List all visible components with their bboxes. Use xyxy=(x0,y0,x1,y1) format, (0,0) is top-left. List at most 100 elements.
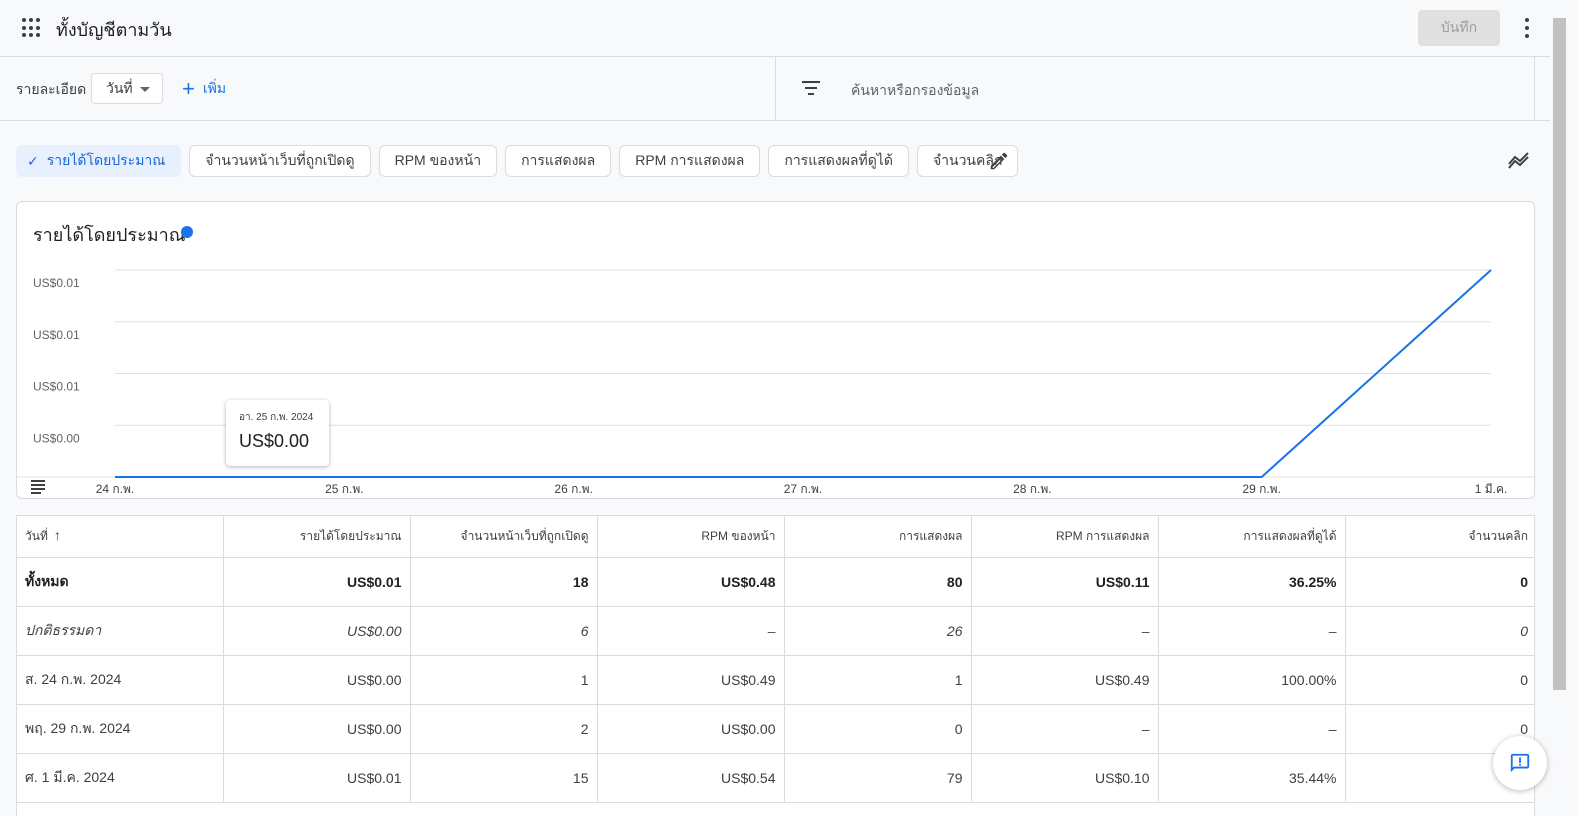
table-cell: 0 xyxy=(784,704,972,754)
metric-chip-label: การแสดงผล xyxy=(521,152,596,168)
chart-tooltip: อา. 25 ก.พ. 2024 US$0.00 xyxy=(226,400,329,466)
metric-chip-label: RPM ของหน้า xyxy=(394,152,482,168)
column-header-label: RPM การแสดงผล xyxy=(1055,528,1150,543)
metric-chip[interactable]: RPM ของหน้า xyxy=(378,145,498,177)
add-dimension-button[interactable]: + เพิ่ม xyxy=(182,75,226,103)
table-row[interactable]: ศ. 1 มี.ค. 2024 US$0.01 15 US$0.54 79 US$0.10… xyxy=(17,753,1534,803)
scrollbar-thumb[interactable] xyxy=(1553,18,1566,690)
top-bar: ทั้งบัญชีตามวัน บันทึก xyxy=(0,0,1550,57)
column-header-label: จำนวนหน้าเว็บที่ถูกเปิดดู xyxy=(460,528,589,543)
x-tick-label: 24 ก.พ. xyxy=(96,482,135,496)
save-button[interactable]: บันทึก xyxy=(1418,10,1500,46)
y-tick-label: US$0.01 xyxy=(33,276,80,290)
tooltip-value: US$0.00 xyxy=(239,431,310,451)
chart-legend-toggle-icon[interactable] xyxy=(31,480,47,494)
caret-down-icon xyxy=(140,87,150,92)
table-cell: 0 xyxy=(1345,557,1534,607)
table-row[interactable]: พฤ. 29 ก.พ. 2024 US$0.00 2 US$0.00 0– –0 xyxy=(17,704,1534,754)
metric-chip[interactable]: การแสดงผล xyxy=(505,145,612,177)
table-cell: – xyxy=(971,704,1159,754)
chart-card: รายได้โดยประมาณ US$0.01 US$0.01 US$0.01 US$… xyxy=(16,201,1535,499)
add-dimension-label: เพิ่ม xyxy=(202,80,227,96)
column-header[interactable]: รายได้โดยประมาณ xyxy=(223,516,411,558)
metric-chip[interactable]: RPM การแสดงผล xyxy=(619,145,761,177)
plus-icon: + xyxy=(182,76,195,101)
x-tick-label: 29 ก.พ. xyxy=(1242,482,1281,496)
search-filter-input[interactable]: ค้นหาหรือกรองข้อมูล xyxy=(851,80,979,102)
column-header-label: การแสดงผล xyxy=(898,528,963,543)
edit-pencil-icon[interactable] xyxy=(988,150,1010,172)
column-header-label: การแสดงผลที่ดูได้ xyxy=(1243,528,1337,543)
column-header[interactable]: RPM ของหน้า xyxy=(597,516,785,558)
x-tick-label: 28 ก.พ. xyxy=(1013,482,1052,496)
feedback-icon xyxy=(1510,753,1530,773)
metric-chip[interactable]: ✓ รายได้โดยประมาณ xyxy=(16,145,182,177)
table-cell: US$0.48 xyxy=(597,557,785,607)
dimension-select-value: วันที่ xyxy=(106,79,133,96)
table-cell: US$0.00 xyxy=(223,655,411,705)
column-header[interactable]: การแสดงผล xyxy=(784,516,972,558)
metric-chip[interactable]: การแสดงผลที่ดูได้ xyxy=(768,145,909,177)
more-options-icon[interactable] xyxy=(1520,18,1534,38)
column-header-label: รายได้โดยประมาณ xyxy=(299,528,402,543)
table-cell: ทั้งหมด xyxy=(17,557,224,607)
column-header[interactable]: RPM การแสดงผล xyxy=(971,516,1159,558)
table-cell: 2 xyxy=(410,704,598,754)
table-cell: US$0.01 xyxy=(223,753,411,803)
table-cell: 1 xyxy=(784,655,972,705)
feedback-button[interactable] xyxy=(1493,736,1547,790)
divider xyxy=(1534,57,1535,121)
apps-grid-icon[interactable] xyxy=(22,18,42,38)
table-cell: – xyxy=(1158,606,1346,656)
compare-trend-icon[interactable] xyxy=(1507,150,1531,170)
report-table: วันที่ ↑ รายได้โดยประมาณ จำนวนหน้าเว็บที่ถู… xyxy=(16,515,1535,816)
page-title: ทั้งบัญชีตามวัน xyxy=(56,20,172,40)
table-cell: US$0.54 xyxy=(597,753,785,803)
table-row[interactable]: ส. 24 ก.พ. 2024 US$0.00 1 US$0.49 1 US$0.49 10… xyxy=(17,655,1534,705)
table-cell: – xyxy=(1158,704,1346,754)
column-header[interactable]: วันที่ ↑ xyxy=(17,516,224,558)
table-cell: – xyxy=(597,606,785,656)
metric-chip-label: จำนวนหน้าเว็บที่ถูกเปิดดู xyxy=(205,152,355,168)
table-header-row: วันที่ ↑ รายได้โดยประมาณ จำนวนหน้าเว็บที่ถู… xyxy=(17,516,1534,558)
column-header[interactable]: จำนวนคลิก xyxy=(1345,516,1534,558)
y-tick-label: US$0.01 xyxy=(33,328,80,342)
table-cell: 79 xyxy=(784,753,972,803)
column-header[interactable]: การแสดงผลที่ดูได้ xyxy=(1158,516,1346,558)
metric-chips: ✓ รายได้โดยประมาณ จำนวนหน้าเว็บที่ถูกเปิดด… xyxy=(16,145,1019,177)
table-cell: ปกติธรรมดา xyxy=(17,606,224,656)
table-cell: 6 xyxy=(410,606,598,656)
x-tick-label: 27 ก.พ. xyxy=(784,482,823,496)
filter-bar: รายละเอียด วันที่ + เพิ่ม ค้นหาหรือกรองข… xyxy=(0,57,1550,121)
table-cell: 0 xyxy=(1345,655,1534,705)
table-cell: 0 xyxy=(1345,606,1534,656)
table-row[interactable]: ปกติธรรมดา US$0.00 6–26– –0 xyxy=(17,606,1534,656)
dimension-select[interactable]: วันที่ xyxy=(91,73,163,104)
table-cell: 18 xyxy=(410,557,598,607)
table-cell: 15 xyxy=(410,753,598,803)
tooltip-date: อา. 25 ก.พ. 2024 xyxy=(239,412,314,423)
details-label: รายละเอียด xyxy=(16,81,87,97)
check-icon: ✓ xyxy=(27,152,39,169)
table-cell: 35.44% xyxy=(1158,753,1346,803)
table-cell: ส. 24 ก.พ. 2024 xyxy=(17,655,224,705)
sort-ascending-icon[interactable]: ↑ xyxy=(54,527,61,543)
table-cell: US$0.49 xyxy=(971,655,1159,705)
y-tick-label: US$0.01 xyxy=(33,380,80,394)
column-header-label: จำนวนคลิก xyxy=(1468,528,1528,543)
metric-chip-label: การแสดงผลที่ดูได้ xyxy=(784,152,893,168)
table-cell: US$0.01 xyxy=(223,557,411,607)
metric-chip[interactable]: จำนวนหน้าเว็บที่ถูกเปิดดู xyxy=(189,145,371,177)
table-cell: 26 xyxy=(784,606,972,656)
filter-icon[interactable] xyxy=(802,81,820,95)
x-tick-label: 1 มี.ค. xyxy=(1475,482,1508,496)
table-row[interactable]: ทั้งหมด US$0.01 18 US$0.48 80 US$0.11 36.25% 0 xyxy=(17,557,1534,607)
table-cell: – xyxy=(971,606,1159,656)
table-cell: 80 xyxy=(784,557,972,607)
column-header[interactable]: จำนวนหน้าเว็บที่ถูกเปิดดู xyxy=(410,516,598,558)
table-cell: US$0.00 xyxy=(223,606,411,656)
table-cell: 36.25% xyxy=(1158,557,1346,607)
x-tick-label: 25 ก.พ. xyxy=(325,482,364,496)
divider xyxy=(775,57,776,121)
table-cell: US$0.00 xyxy=(223,704,411,754)
